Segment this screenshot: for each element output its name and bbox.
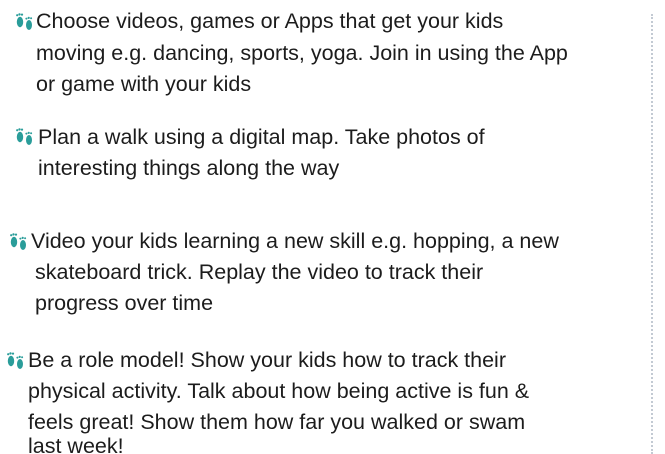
- tip-text-line: or game with your kids: [36, 72, 252, 96]
- tip-text-line: Be a role model! Show your kids how to t…: [28, 348, 506, 372]
- footprints-icon: [16, 13, 33, 30]
- tip-text-line: progress over time: [35, 291, 214, 315]
- tip-text-line: skateboard trick. Replay the video to tr…: [35, 260, 484, 284]
- dotted-divider: [651, 14, 653, 454]
- footprints-icon: [7, 352, 24, 369]
- tip-text-line: last week!: [28, 434, 124, 454]
- tip-text-line: feels great! Show them how far you walke…: [28, 410, 526, 434]
- footprints-icon: [10, 233, 27, 250]
- activity-tips-page: Choose videos, games or Apps that get yo…: [0, 0, 665, 454]
- tip-text-line: Video your kids learning a new skill e.g…: [31, 229, 559, 253]
- tip-text-line: Choose videos, games or Apps that get yo…: [36, 9, 504, 33]
- tip-text-line: Plan a walk using a digital map. Take ph…: [38, 125, 485, 149]
- tip-text-line: moving e.g. dancing, sports, yoga. Join …: [36, 41, 568, 65]
- tip-text-line: interesting things along the way: [38, 156, 340, 180]
- footprints-icon: [16, 128, 33, 145]
- tip-text-line: physical activity. Talk about how being …: [28, 379, 530, 403]
